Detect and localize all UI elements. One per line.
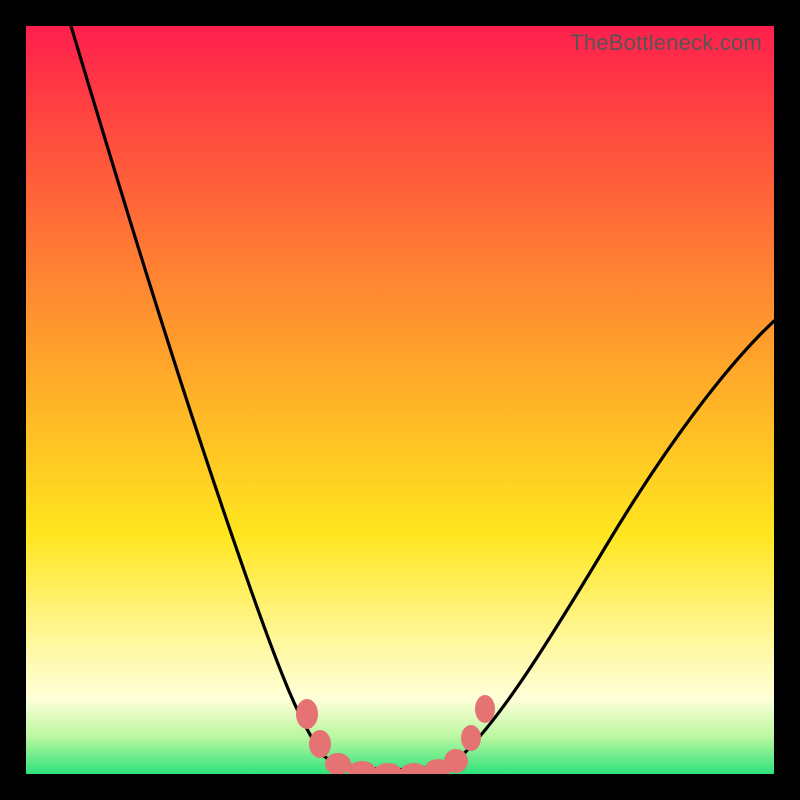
marker-bead <box>348 761 376 774</box>
curve-valley <box>324 756 456 770</box>
marker-bead <box>296 699 318 729</box>
marker-bead <box>461 725 481 751</box>
marker-bead <box>400 763 428 774</box>
watermark-text: TheBottleneck.com <box>570 30 762 56</box>
marker-bead <box>325 753 351 774</box>
marker-bead <box>444 749 468 773</box>
bottleneck-curve <box>26 26 774 774</box>
marker-bead <box>475 695 495 723</box>
marker-bead <box>374 763 402 774</box>
curve-left <box>71 26 324 756</box>
marker-bead <box>309 730 331 758</box>
chart-frame: TheBottleneck.com <box>0 0 800 800</box>
plot-area: TheBottleneck.com <box>26 26 774 774</box>
marker-bead <box>425 759 451 774</box>
curve-right <box>456 321 774 761</box>
